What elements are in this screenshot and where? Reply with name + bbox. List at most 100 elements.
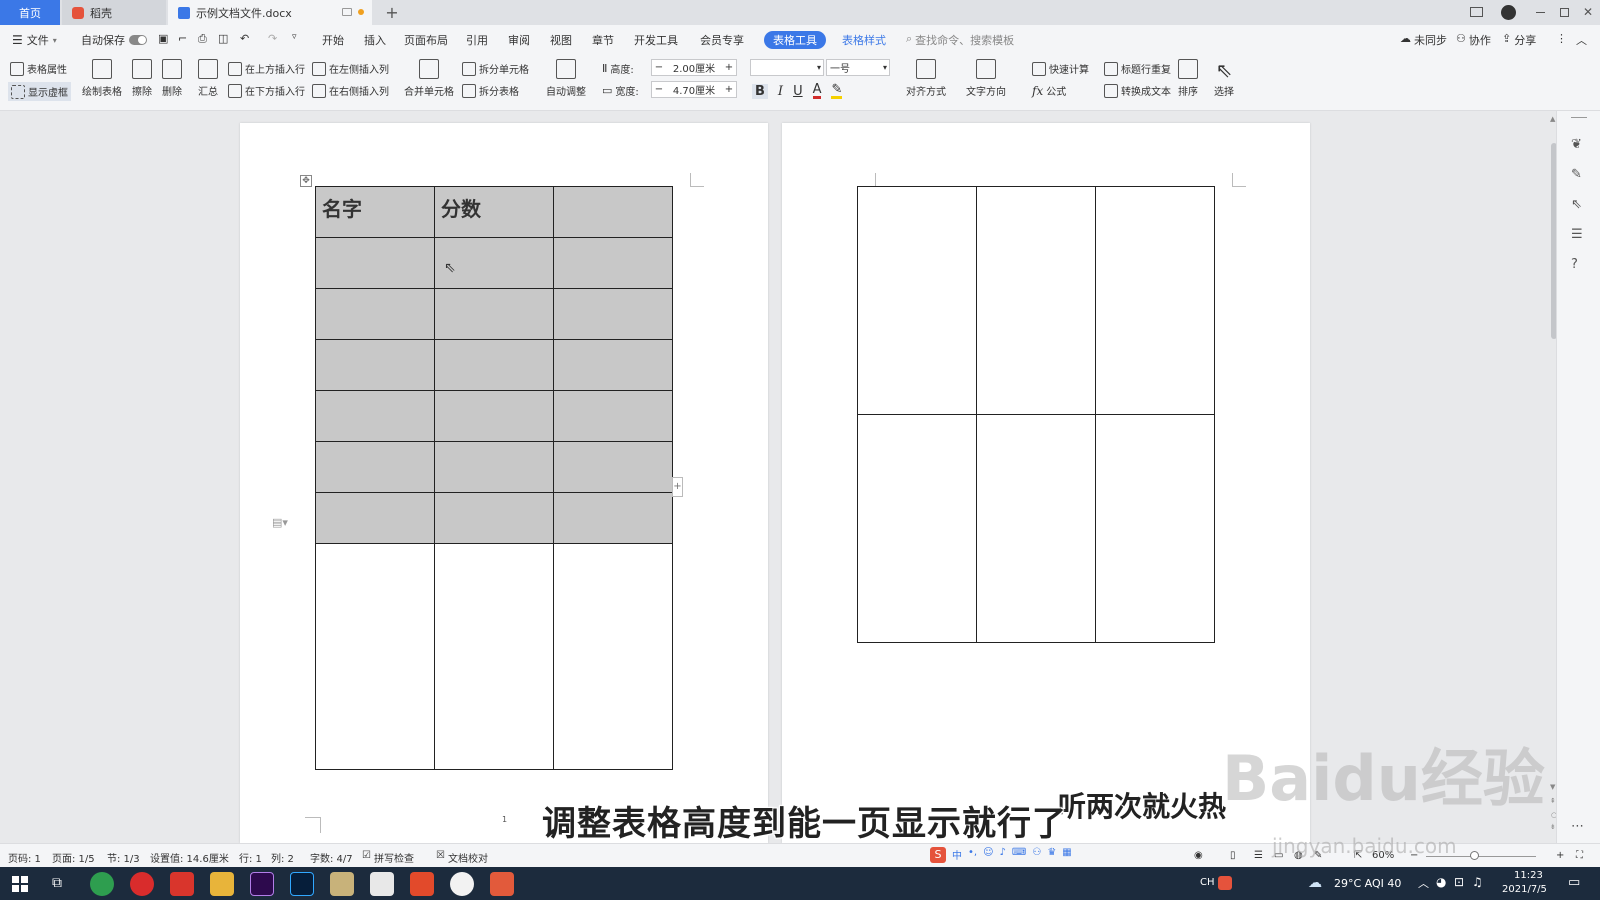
weather-text[interactable]: 29°C AQI 40: [1334, 877, 1401, 890]
table-cell[interactable]: [434, 441, 554, 493]
convert-text-button[interactable]: 转换成文本: [1104, 83, 1171, 98]
tray-expand-icon[interactable]: ︿: [1418, 875, 1429, 891]
insert-below-button[interactable]: 在下方插入行: [228, 83, 305, 98]
status-section[interactable]: 节: 1/3: [107, 850, 140, 865]
menu-member[interactable]: 会员专享: [700, 32, 744, 48]
monitor-icon[interactable]: [342, 8, 352, 16]
table-cell[interactable]: [434, 390, 554, 442]
chrome-icon[interactable]: [90, 872, 114, 896]
table-row[interactable]: [315, 339, 673, 391]
windows-start-icon[interactable]: [12, 876, 28, 892]
table-cell[interactable]: [1095, 186, 1215, 415]
text-direction-button[interactable]: 文字方向: [966, 59, 1006, 98]
command-search[interactable]: ⌕ 查找命令、搜索模板: [906, 32, 1014, 48]
table-cell[interactable]: [315, 543, 435, 770]
photoshop-icon[interactable]: [290, 872, 314, 896]
undo-icon[interactable]: ↶: [240, 32, 249, 45]
table-cell[interactable]: [553, 543, 673, 770]
split-table-button[interactable]: 拆分表格: [462, 83, 519, 98]
table-cell-name-header[interactable]: 名字: [315, 186, 435, 238]
table-row[interactable]: [315, 288, 673, 340]
collab-button[interactable]: ⚇ 协作: [1456, 32, 1491, 48]
prev-page-icon[interactable]: ⇞: [1550, 797, 1556, 805]
font-size-select[interactable]: 一号 ▾: [826, 59, 890, 76]
summary-button[interactable]: 汇总: [198, 59, 218, 98]
menu-start[interactable]: 开始: [322, 32, 344, 48]
task-view-icon[interactable]: ⧉: [52, 875, 62, 891]
restore-icon[interactable]: [1556, 4, 1572, 20]
clock-time[interactable]: 11:23: [1514, 870, 1543, 881]
file-explorer-icon[interactable]: [210, 872, 234, 896]
scroll-down-icon[interactable]: ▼: [1550, 783, 1555, 791]
insert-left-button[interactable]: 在左侧插入列: [312, 61, 389, 76]
split-cells-button[interactable]: 拆分单元格: [462, 61, 529, 76]
status-page-total[interactable]: 页面: 1/5: [52, 850, 95, 865]
table-cell[interactable]: [315, 441, 435, 493]
table-cell[interactable]: [976, 414, 1096, 643]
show-gridlines-button[interactable]: 显示虚框: [8, 82, 71, 101]
erase-button[interactable]: 擦除: [132, 59, 152, 98]
tab-table-style[interactable]: 表格样式: [842, 32, 886, 48]
table-cell[interactable]: [315, 339, 435, 391]
table-cell[interactable]: [315, 390, 435, 442]
table-cell[interactable]: [857, 186, 977, 415]
tab-table-tools[interactable]: 表格工具: [764, 31, 826, 49]
proofread-button[interactable]: ☒ 文档校对: [436, 850, 488, 865]
font-color-button[interactable]: A: [812, 83, 822, 99]
insert-right-button[interactable]: 在右侧插入列: [312, 83, 389, 98]
volume-icon[interactable]: ♫: [1472, 875, 1483, 889]
table-cell[interactable]: [553, 441, 673, 493]
table-cell[interactable]: [434, 339, 554, 391]
height-increase-button[interactable]: +: [722, 62, 736, 73]
menu-reference[interactable]: 引用: [466, 32, 488, 48]
document-page-1[interactable]: ✥ 名字 分数 ⇖ + ▤▾ 1: [240, 123, 768, 843]
ime-toolbar[interactable]: S 中 •, ☺ ♪ ⌨ ⚇ ♛ ▦: [930, 847, 1072, 863]
table-cell[interactable]: [553, 492, 673, 544]
table-cell[interactable]: [315, 492, 435, 544]
format-painter-icon[interactable]: ⌐: [178, 32, 187, 45]
wps-writer-icon[interactable]: [490, 872, 514, 896]
share-button[interactable]: ⇪ 分享: [1502, 32, 1536, 48]
table-cell[interactable]: [976, 186, 1096, 415]
menu-developer[interactable]: 开发工具: [634, 32, 678, 48]
tab-home[interactable]: 首页: [0, 0, 60, 25]
table-row[interactable]: 名字 分数: [315, 186, 673, 238]
font-name-select[interactable]: ▾: [750, 59, 824, 76]
premiere-icon[interactable]: [250, 872, 274, 896]
tab-daoke[interactable]: 稻壳: [62, 0, 166, 25]
document-table-1[interactable]: 名字 分数: [315, 186, 673, 770]
menu-insert[interactable]: 插入: [364, 32, 386, 48]
table-cell[interactable]: [553, 237, 673, 289]
bold-button[interactable]: B: [752, 83, 768, 99]
table-cell[interactable]: [315, 288, 435, 340]
zoom-slider-thumb[interactable]: [1470, 851, 1479, 860]
more-horizontal-icon[interactable]: ⋯: [1571, 819, 1584, 834]
sort-button[interactable]: 排序: [1178, 59, 1198, 98]
edit-pen-icon[interactable]: ✎: [1571, 167, 1582, 182]
delete-button[interactable]: 删除: [162, 59, 182, 98]
table-cell-score-header[interactable]: 分数: [434, 186, 554, 238]
width-stepper[interactable]: − 4.70厘米 +: [651, 81, 737, 98]
add-column-button[interactable]: +: [672, 477, 683, 497]
highlight-icon[interactable]: ✎: [831, 83, 843, 99]
draw-table-button[interactable]: 绘制表格: [82, 59, 122, 98]
menu-view[interactable]: 视图: [550, 32, 572, 48]
width-decrease-button[interactable]: −: [652, 84, 666, 95]
style-icon[interactable]: ❦: [1571, 137, 1582, 152]
table-row[interactable]: [857, 414, 1215, 643]
table-cell[interactable]: [553, 186, 673, 238]
insert-above-button[interactable]: 在上方插入行: [228, 61, 305, 76]
a-app-icon[interactable]: [450, 872, 474, 896]
table-row[interactable]: [315, 543, 673, 770]
file-menu[interactable]: ☰ 文件 ▾: [12, 32, 57, 48]
align-button[interactable]: 对齐方式: [906, 59, 946, 98]
status-wordcount[interactable]: 字数: 4/7: [310, 850, 353, 865]
table-row[interactable]: [315, 492, 673, 544]
sogou-tray-icon[interactable]: [1218, 876, 1232, 890]
collapse-ribbon-icon[interactable]: ︿: [1576, 32, 1587, 48]
underline-button[interactable]: U: [793, 84, 803, 99]
height-decrease-button[interactable]: −: [652, 62, 666, 73]
height-value[interactable]: 2.00厘米: [666, 60, 722, 75]
merge-cells-button[interactable]: 合并单元格: [404, 59, 454, 98]
save-icon[interactable]: ▣: [158, 32, 168, 45]
